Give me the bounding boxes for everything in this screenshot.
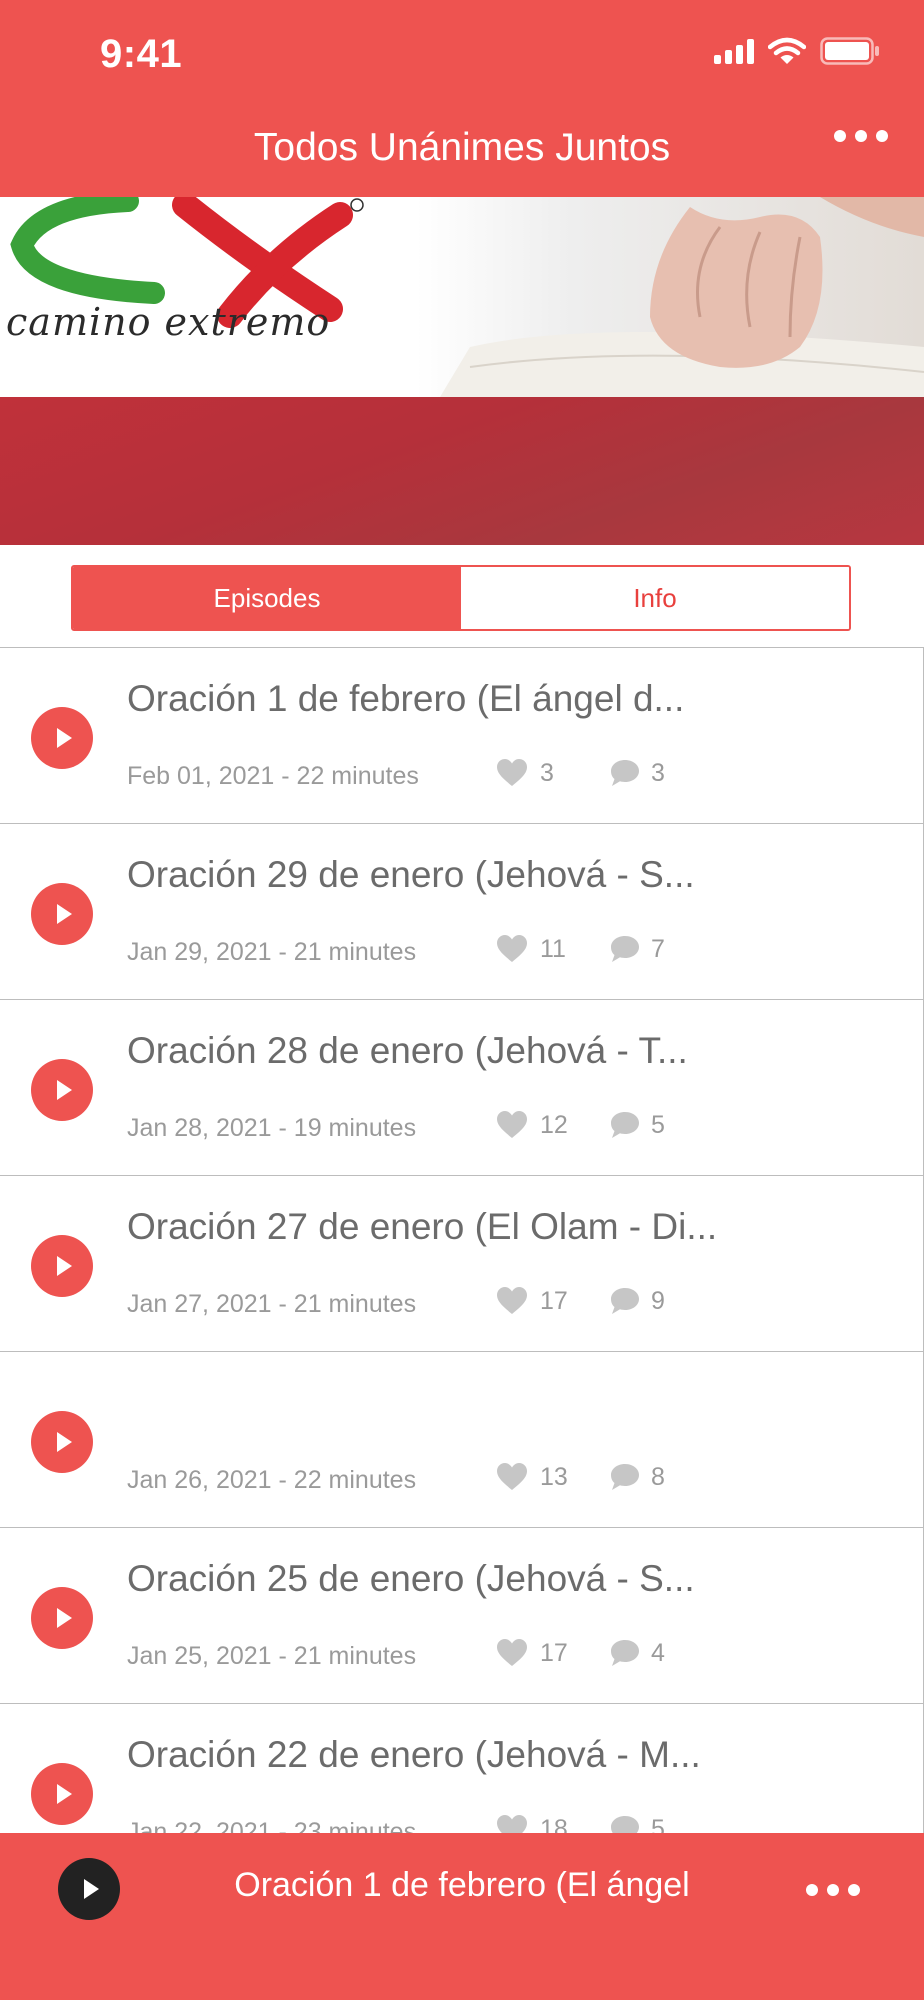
episode-row[interactable]: Oración 28 de enero (Jehová - T... Jan 2… (0, 1000, 923, 1176)
banner-red-band (0, 397, 924, 545)
likes: 13 (496, 1462, 568, 1492)
comments-count: 5 (651, 1110, 665, 1139)
player-title: Oración 1 de febrero (El ángel (234, 1866, 690, 1904)
play-icon (56, 1432, 72, 1452)
play-button[interactable] (31, 883, 93, 945)
likes-count: 13 (540, 1462, 568, 1491)
heart-icon (497, 935, 527, 962)
comments-count: 5 (651, 1814, 665, 1834)
comments-count: 3 (651, 758, 665, 787)
likes: 17 (496, 1638, 568, 1668)
podcast-banner: camino extremo (0, 197, 924, 397)
comments: 5 (609, 1110, 665, 1140)
episode-title: Oración 25 de enero (Jehová - S... (127, 1558, 695, 1599)
play-button[interactable] (31, 1587, 93, 1649)
likes: 3 (496, 758, 554, 788)
episode-title: Oración 22 de enero (Jehová - M... (127, 1734, 701, 1775)
comment-icon (611, 1640, 639, 1666)
more-icon (834, 130, 846, 142)
comments-count: 4 (651, 1638, 665, 1667)
episode-title: Oración 28 de enero (Jehová - T... (127, 1030, 688, 1071)
play-icon (56, 1080, 72, 1100)
episode-row[interactable]: Oración 22 de enero (Jehová - M... Jan 2… (0, 1704, 923, 1833)
episode-row[interactable]: Oración 29 de enero (Jehová - S... Jan 2… (0, 824, 923, 1000)
episode-title: Oración 27 de enero (El Olam - Di... (127, 1206, 718, 1247)
comments: 9 (609, 1286, 665, 1316)
play-button[interactable] (31, 1059, 93, 1121)
likes: 11 (496, 934, 566, 964)
heart-icon (497, 1287, 527, 1314)
episode-title: Oración 1 de febrero (El ángel d... (127, 678, 685, 719)
segmented-control: Episodes Info (71, 565, 851, 631)
episode-meta: Jan 27, 2021 - 21 minutes (127, 1290, 417, 1318)
comments-count: 7 (651, 934, 665, 963)
likes-count: 12 (540, 1110, 568, 1139)
play-icon (56, 1256, 72, 1276)
comments: 4 (609, 1638, 665, 1668)
more-icon (806, 1884, 818, 1896)
praying-hands-illustration (440, 197, 924, 397)
episode-row[interactable]: Oración 27 de enero (El Olam - Di... Jan… (0, 1176, 923, 1352)
play-button[interactable] (31, 707, 93, 769)
play-icon (56, 904, 72, 924)
likes-count: 11 (540, 934, 566, 963)
comment-icon (611, 1288, 639, 1314)
signal-icon (714, 38, 754, 64)
wifi-icon (768, 37, 806, 64)
comments: 7 (609, 934, 665, 964)
comments-count: 9 (651, 1286, 665, 1315)
episode-row[interactable]: Jan 26, 2021 - 22 minutes 13 8 (0, 1352, 923, 1528)
comments: 3 (609, 758, 665, 788)
top-bar: 9:41 Todos Unánimes Juntos (0, 0, 924, 197)
heart-icon (497, 1111, 527, 1138)
comments: 8 (609, 1462, 665, 1492)
heart-icon (497, 759, 527, 786)
likes-count: 18 (540, 1814, 568, 1834)
play-icon (56, 728, 72, 748)
play-icon (56, 1784, 72, 1804)
comment-icon (611, 936, 639, 962)
comment-icon (611, 1464, 639, 1490)
camino-extremo-logo: camino extremo (6, 197, 924, 397)
tab-info[interactable]: Info (461, 567, 849, 629)
play-icon (56, 1608, 72, 1628)
episode-row[interactable]: Oración 25 de enero (Jehová - S... Jan 2… (0, 1528, 923, 1704)
comments: 5 (609, 1814, 665, 1833)
episode-meta: Feb 01, 2021 - 22 minutes (127, 762, 419, 790)
comment-icon (611, 1112, 639, 1138)
likes: 17 (496, 1286, 568, 1316)
likes-count: 17 (540, 1638, 568, 1667)
page-title: Todos Unánimes Juntos (253, 126, 671, 169)
episode-meta: Jan 26, 2021 - 22 minutes (127, 1466, 417, 1494)
comment-icon (611, 760, 639, 786)
episode-title: Oración 29 de enero (Jehová - S... (127, 854, 695, 895)
play-button[interactable] (31, 1411, 93, 1473)
tab-episodes[interactable]: Episodes (73, 567, 461, 629)
battery-icon (820, 37, 879, 65)
status-time: 9:41 (100, 32, 183, 76)
heart-icon (497, 1463, 527, 1490)
likes: 18 (496, 1814, 568, 1833)
episode-meta: Jan 25, 2021 - 21 minutes (127, 1642, 417, 1670)
play-button[interactable] (31, 1235, 93, 1297)
status-icons (714, 36, 880, 66)
mini-player[interactable]: Oración 1 de febrero (El ángel (0, 1833, 924, 2000)
player-more-button[interactable] (806, 1884, 860, 1896)
play-button[interactable] (31, 1763, 93, 1825)
likes: 12 (496, 1110, 568, 1140)
more-options-button[interactable] (834, 130, 888, 142)
likes-count: 3 (540, 758, 554, 787)
episode-meta: Jan 22, 2021 - 23 minutes (127, 1818, 417, 1833)
likes-count: 17 (540, 1286, 568, 1315)
episode-row[interactable]: Oración 1 de febrero (El ángel d... Feb … (0, 648, 923, 824)
heart-icon (497, 1815, 527, 1833)
heart-icon (497, 1639, 527, 1666)
comments-count: 8 (651, 1462, 665, 1491)
episode-meta: Jan 29, 2021 - 21 minutes (127, 938, 417, 966)
episode-meta: Jan 28, 2021 - 19 minutes (127, 1114, 417, 1142)
episode-list: Oración 1 de febrero (El ángel d... Feb … (0, 647, 924, 1833)
comment-icon (611, 1816, 639, 1833)
svg-text:camino extremo: camino extremo (6, 300, 330, 344)
